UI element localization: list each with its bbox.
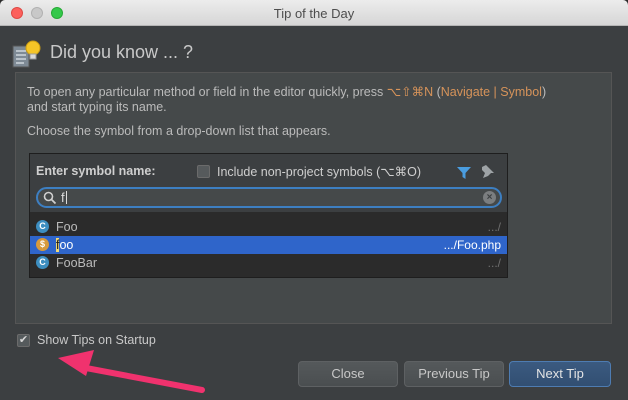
show-tips-checkbox[interactable]: ✔: [17, 334, 30, 347]
symbol-search-input[interactable]: f ×: [36, 187, 502, 208]
enter-symbol-label: Enter symbol name:: [36, 164, 156, 178]
symbol-popup-header: Enter symbol name: Include non-project s…: [30, 154, 507, 212]
dialog-heading: Did you know ... ?: [50, 42, 194, 62]
tip-shortcut: ⌥⇧⌘N: [386, 85, 434, 99]
result-name: Foo: [56, 220, 78, 234]
search-input-value: f: [61, 190, 67, 205]
previous-tip-button[interactable]: Previous Tip: [404, 361, 504, 387]
list-item[interactable]: C Foo .../: [30, 218, 507, 236]
tip-text-line-1: To open any particular method or field i…: [27, 85, 547, 99]
result-name: FooBar: [56, 256, 97, 270]
result-path: .../Foo.php: [443, 238, 501, 252]
result-path: .../: [487, 256, 501, 270]
tip-content-panel: To open any particular method or field i…: [15, 72, 612, 324]
filter-icon[interactable]: [457, 166, 471, 179]
symbol-popup-illustration: Enter symbol name: Include non-project s…: [29, 153, 508, 278]
tip-dialog: Did you know ... ? To open any particula…: [0, 26, 628, 400]
close-button[interactable]: Close: [298, 361, 398, 387]
clear-search-icon[interactable]: ×: [483, 191, 496, 204]
pin-icon[interactable]: [481, 164, 495, 180]
window-title: Tip of the Day: [273, 6, 355, 21]
function-icon: $: [36, 238, 49, 251]
search-icon: [43, 191, 57, 205]
list-item-selected[interactable]: $ foo .../Foo.php: [30, 236, 507, 254]
list-item[interactable]: C FooBar .../: [30, 254, 507, 272]
result-name: foo: [56, 238, 74, 252]
include-non-project-label: Include non-project symbols (⌥⌘O): [217, 165, 422, 179]
tip-navigate-symbol-link[interactable]: Navigate | Symbol: [441, 85, 542, 99]
include-non-project-checkbox[interactable]: [197, 165, 210, 178]
next-tip-button[interactable]: Next Tip: [509, 361, 611, 387]
tip-text-line-2: and start typing its name.: [27, 100, 167, 114]
annotation-arrow: [58, 350, 205, 393]
title-bar: Tip of the Day: [0, 0, 628, 26]
tip-text-line-3: Choose the symbol from a drop-down list …: [27, 124, 331, 138]
class-icon: C: [36, 256, 49, 269]
class-icon: C: [36, 220, 49, 233]
lightbulb-icon: [12, 40, 44, 70]
result-path: .../: [487, 220, 501, 234]
symbol-results-list: C Foo .../ $ foo .../Foo.php C FooBar ..…: [30, 218, 507, 272]
